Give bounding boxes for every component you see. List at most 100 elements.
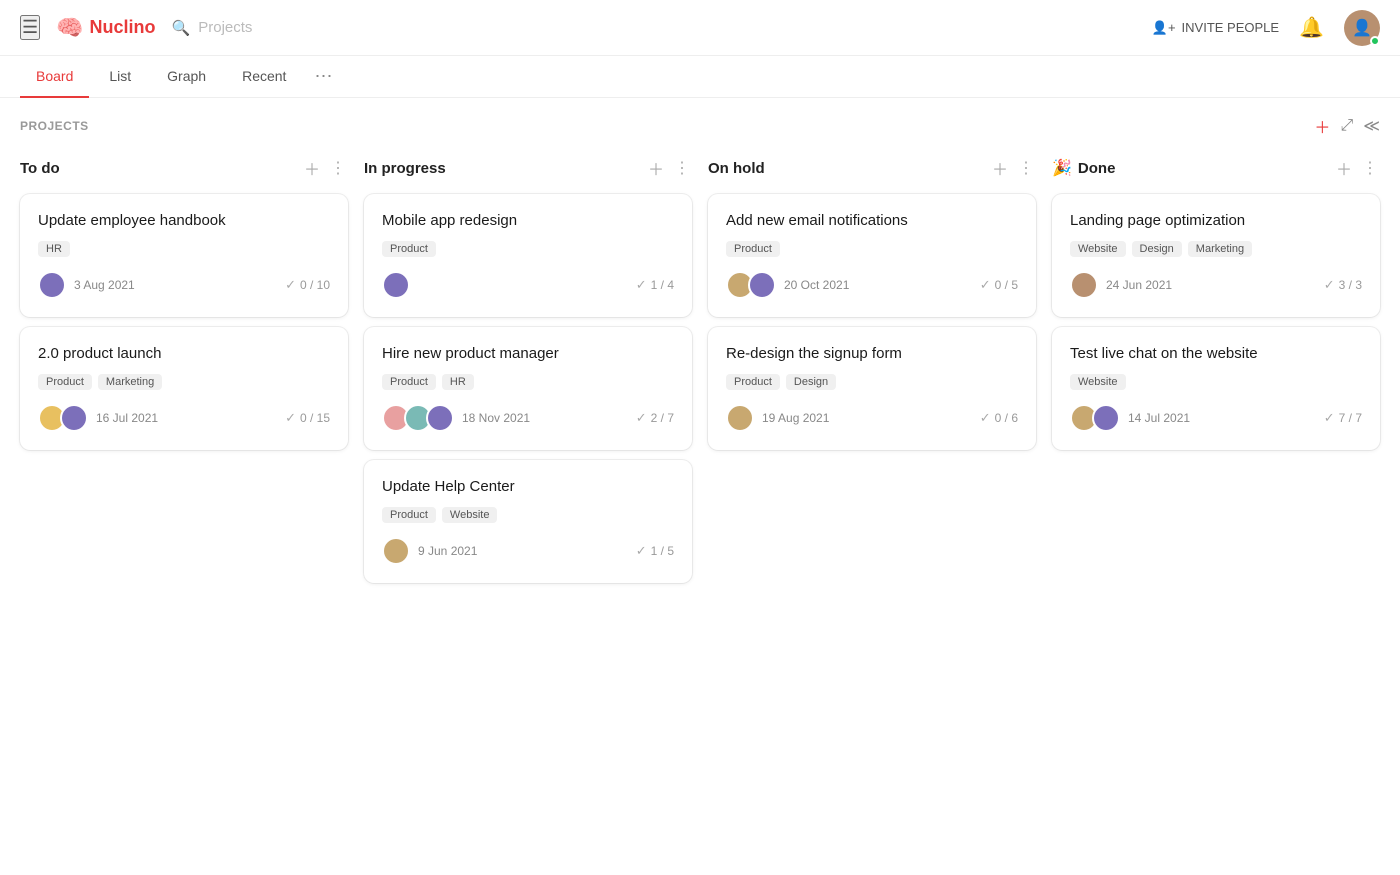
card-landing-page-optimization[interactable]: Landing page optimization Website Design…	[1052, 194, 1380, 317]
check-icon: ✓	[636, 277, 647, 293]
column-onhold: On hold ＋ ⋮ Add new email notifications …	[708, 154, 1036, 460]
avatar	[1070, 271, 1098, 299]
card-update-employee-handbook[interactable]: Update employee handbook HR 3 Aug 2021 ✓…	[20, 194, 348, 317]
inprogress-more-button[interactable]: ⋮	[672, 156, 692, 180]
tab-recent[interactable]: Recent	[226, 56, 302, 98]
card-meta-left: 9 Jun 2021	[382, 537, 477, 565]
onhold-more-button[interactable]: ⋮	[1016, 156, 1036, 180]
card-footer: 18 Nov 2021 ✓ 2 / 7	[382, 404, 674, 432]
avatar	[426, 404, 454, 432]
task-count: 0 / 15	[300, 411, 330, 425]
onhold-add-button[interactable]: ＋	[990, 154, 1010, 182]
avatar	[726, 404, 754, 432]
card-tags: Product Design	[726, 374, 1018, 390]
card-tasks: ✓ 1 / 5	[636, 543, 674, 559]
card-date: 9 Jun 2021	[418, 544, 477, 558]
notification-bell[interactable]: 🔔	[1299, 15, 1324, 40]
card-title: Landing page optimization	[1070, 212, 1362, 229]
card-tags: Product HR	[382, 374, 674, 390]
tab-graph[interactable]: Graph	[151, 56, 222, 98]
collapse-button[interactable]: ≪	[1363, 116, 1380, 136]
column-done: 🎉 Done ＋ ⋮ Landing page optimization Web…	[1052, 154, 1380, 460]
avatar	[1092, 404, 1120, 432]
card-avatars	[382, 404, 454, 432]
task-count: 1 / 4	[651, 278, 674, 292]
card-add-email-notifications[interactable]: Add new email notifications Product 20 O…	[708, 194, 1036, 317]
inprogress-add-button[interactable]: ＋	[646, 154, 666, 182]
header-left: ☰ 🧠 Nuclino 🔍 Projects	[20, 15, 1152, 41]
card-meta-left: 14 Jul 2021	[1070, 404, 1190, 432]
check-icon: ✓	[980, 410, 991, 426]
card-footer: 19 Aug 2021 ✓ 0 / 6	[726, 404, 1018, 432]
column-todo-header: To do ＋ ⋮	[20, 154, 348, 182]
board-area: PROJECTS ＋ ⤢ ≪ To do ＋ ⋮ Update employee…	[0, 98, 1400, 609]
column-done-title: Done	[1078, 160, 1328, 177]
tag-design: Design	[786, 374, 836, 390]
tag-product: Product	[382, 374, 436, 390]
tab-board[interactable]: Board	[20, 56, 89, 98]
invite-button[interactable]: 👤+ INVITE PEOPLE	[1152, 20, 1279, 36]
todo-add-button[interactable]: ＋	[302, 154, 322, 182]
card-avatars	[726, 271, 776, 299]
card-footer: 16 Jul 2021 ✓ 0 / 15	[38, 404, 330, 432]
header-right: 👤+ INVITE PEOPLE 🔔 👤	[1152, 10, 1380, 46]
card-tasks: ✓ 0 / 15	[285, 410, 330, 426]
task-count: 2 / 7	[651, 411, 674, 425]
check-icon: ✓	[1324, 277, 1335, 293]
card-date: 20 Oct 2021	[784, 278, 849, 292]
done-add-button[interactable]: ＋	[1334, 154, 1354, 182]
card-redesign-signup[interactable]: Re-design the signup form Product Design…	[708, 327, 1036, 450]
avatar	[60, 404, 88, 432]
column-todo: To do ＋ ⋮ Update employee handbook HR 3 …	[20, 154, 348, 460]
card-product-launch[interactable]: 2.0 product launch Product Marketing 16 …	[20, 327, 348, 450]
card-tags: Product Website	[382, 507, 674, 523]
check-icon: ✓	[285, 277, 296, 293]
card-title: Mobile app redesign	[382, 212, 674, 229]
card-test-live-chat[interactable]: Test live chat on the website Website 14…	[1052, 327, 1380, 450]
avatar	[748, 271, 776, 299]
tab-list[interactable]: List	[93, 56, 147, 98]
done-more-button[interactable]: ⋮	[1360, 156, 1380, 180]
card-mobile-app-redesign[interactable]: Mobile app redesign Product ✓ 1 / 4	[364, 194, 692, 317]
card-footer: 14 Jul 2021 ✓ 7 / 7	[1070, 404, 1362, 432]
card-tasks: ✓ 0 / 5	[980, 277, 1018, 293]
task-count: 0 / 6	[995, 411, 1018, 425]
tag-website: Website	[442, 507, 498, 523]
task-count: 0 / 5	[995, 278, 1018, 292]
expand-button[interactable]: ⤢	[1340, 117, 1353, 135]
card-tags: Website Design Marketing	[1070, 241, 1362, 257]
board-header: PROJECTS ＋ ⤢ ≪	[20, 114, 1380, 138]
task-count: 0 / 10	[300, 278, 330, 292]
card-title: Update employee handbook	[38, 212, 330, 229]
todo-more-button[interactable]: ⋮	[328, 156, 348, 180]
card-avatars	[1070, 271, 1098, 299]
card-date: 19 Aug 2021	[762, 411, 829, 425]
tabs-more-button[interactable]: ⋯	[306, 58, 340, 95]
search-bar[interactable]: 🔍 Projects	[172, 19, 253, 37]
avatar	[382, 537, 410, 565]
header: ☰ 🧠 Nuclino 🔍 Projects 👤+ INVITE PEOPLE …	[0, 0, 1400, 56]
task-count: 1 / 5	[651, 544, 674, 558]
online-indicator	[1370, 36, 1380, 46]
tag-product: Product	[726, 241, 780, 257]
menu-button[interactable]: ☰	[20, 15, 40, 40]
card-tasks: ✓ 2 / 7	[636, 410, 674, 426]
column-onhold-header: On hold ＋ ⋮	[708, 154, 1036, 182]
card-hire-product-manager[interactable]: Hire new product manager Product HR 18 N…	[364, 327, 692, 450]
card-title: 2.0 product launch	[38, 345, 330, 362]
card-update-help-center[interactable]: Update Help Center Product Website 9 Jun…	[364, 460, 692, 583]
card-footer: 20 Oct 2021 ✓ 0 / 5	[726, 271, 1018, 299]
tag-marketing: Marketing	[1188, 241, 1252, 257]
logo: 🧠 Nuclino	[56, 15, 155, 41]
card-footer: ✓ 1 / 4	[382, 271, 674, 299]
done-emoji-icon: 🎉	[1052, 158, 1072, 178]
add-column-button[interactable]: ＋	[1314, 114, 1330, 138]
user-avatar-wrapper[interactable]: 👤	[1344, 10, 1380, 46]
tag-marketing: Marketing	[98, 374, 162, 390]
card-avatars	[38, 271, 66, 299]
card-date: 24 Jun 2021	[1106, 278, 1172, 292]
board-header-actions: ＋ ⤢ ≪	[1314, 114, 1380, 138]
card-meta-left: 19 Aug 2021	[726, 404, 829, 432]
check-icon: ✓	[636, 410, 647, 426]
tag-website: Website	[1070, 374, 1126, 390]
